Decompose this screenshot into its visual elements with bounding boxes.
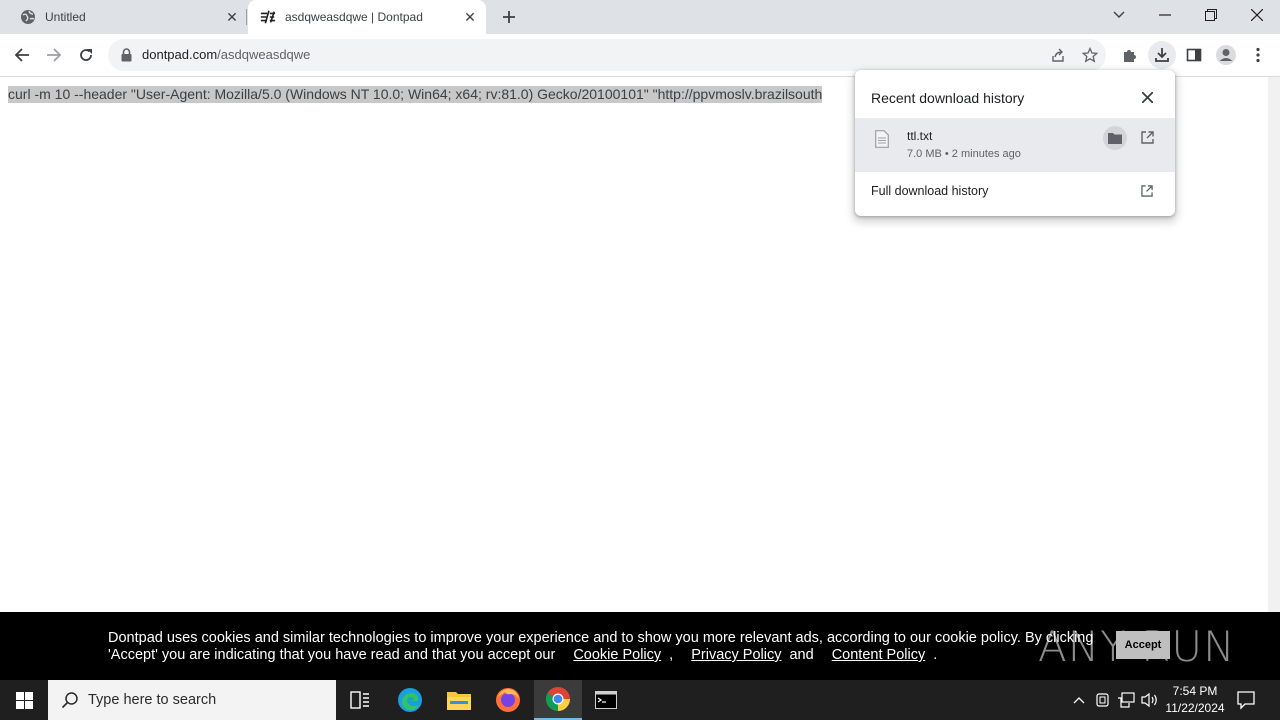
- tab-strip: Untitled ✕ asdqweasdqwe | Dontpad ✕: [0, 0, 1280, 34]
- terminal-icon: [595, 691, 617, 709]
- show-in-folder-button[interactable]: [1103, 126, 1127, 150]
- tab-search-button[interactable]: [1096, 0, 1142, 30]
- open-download-button[interactable]: [1138, 128, 1156, 146]
- cookie-separator: ,: [669, 647, 674, 663]
- arrow-left-icon: [14, 48, 29, 62]
- firefox-icon: [496, 688, 520, 712]
- avatar-icon: [1216, 45, 1236, 65]
- download-filename: ttl.txt: [907, 129, 933, 143]
- menu-button[interactable]: [1244, 41, 1272, 69]
- side-panel-button[interactable]: [1180, 41, 1208, 69]
- download-item[interactable]: ttl.txt 7.0 MB • 2 minutes ago: [855, 118, 1175, 172]
- downloads-button[interactable]: [1148, 41, 1176, 69]
- plus-icon: [503, 11, 515, 23]
- address-bar[interactable]: dontpad.com/asdqweasdqwe: [108, 39, 1106, 71]
- restore-button[interactable]: [1188, 0, 1234, 30]
- side-panel-icon: [1186, 48, 1202, 62]
- edge-taskbar-button[interactable]: [386, 680, 434, 720]
- cookie-line1: Dontpad uses cookies and similar technol…: [108, 630, 1094, 646]
- tab-title: Untitled: [45, 10, 86, 24]
- profile-button[interactable]: [1212, 41, 1240, 69]
- meet-now-icon[interactable]: [1094, 691, 1112, 709]
- back-button[interactable]: [8, 41, 36, 69]
- close-tab-icon[interactable]: ✕: [224, 9, 240, 25]
- download-history-title: Recent download history: [871, 90, 1025, 106]
- close-window-button[interactable]: [1234, 0, 1280, 30]
- cookie-message: Dontpad uses cookies and similar technol…: [108, 630, 1108, 664]
- close-icon: [1251, 9, 1263, 21]
- open-external-icon: [1140, 130, 1154, 144]
- edge-icon: [398, 688, 422, 712]
- url-path: /asdqweasdqwe: [217, 47, 311, 62]
- cookie-policy-link[interactable]: Cookie Policy: [573, 647, 661, 663]
- file-explorer-taskbar-button[interactable]: [435, 680, 483, 720]
- cookie-banner: ANY RUN Dontpad uses cookies and similar…: [0, 612, 1280, 680]
- dontpad-icon: [260, 9, 276, 25]
- full-download-history-link[interactable]: Full download history: [871, 184, 988, 198]
- volume-icon[interactable]: [1141, 691, 1159, 709]
- close-bubble-button[interactable]: [1138, 88, 1156, 106]
- cookie-and: and: [789, 647, 814, 663]
- minimize-button[interactable]: [1142, 0, 1188, 30]
- lock-icon[interactable]: [119, 47, 133, 63]
- folder-icon: [447, 692, 471, 710]
- globe-icon: [20, 9, 36, 25]
- reload-button[interactable]: [72, 41, 100, 69]
- download-history-bubble: Recent download history ttl.txt 7.0 MB •…: [855, 70, 1175, 216]
- chevron-down-icon: [1113, 11, 1125, 18]
- download-meta: 7.0 MB • 2 minutes ago: [907, 148, 1021, 160]
- download-icon: [1155, 48, 1169, 62]
- close-icon: [1141, 91, 1153, 103]
- new-tab-button[interactable]: [497, 6, 521, 28]
- network-icon[interactable]: [1117, 691, 1135, 709]
- puzzle-icon: [1124, 50, 1136, 62]
- minimize-icon: [1159, 14, 1171, 16]
- file-icon: [875, 130, 891, 148]
- chrome-taskbar-button[interactable]: [534, 680, 582, 720]
- terminal-taskbar-button[interactable]: [582, 680, 630, 720]
- share-icon[interactable]: [1046, 43, 1070, 67]
- open-external-icon[interactable]: [1138, 182, 1156, 200]
- content-policy-link[interactable]: Content Policy: [832, 647, 926, 663]
- cookie-line2: 'Accept' you are indicating that you hav…: [108, 647, 556, 663]
- taskbar-clock[interactable]: 7:54 PM 11/22/2024: [1160, 683, 1230, 717]
- accept-cookies-button[interactable]: Accept: [1116, 631, 1170, 659]
- windows-taskbar: Type here to search 7:54 PM 11/22/2024: [0, 680, 1280, 720]
- windows-logo-icon: [15, 691, 33, 709]
- url-host: dontpad.com: [142, 47, 218, 62]
- page-scrollbar[interactable]: [1268, 77, 1280, 612]
- start-button[interactable]: [0, 680, 48, 720]
- folder-icon: [1108, 133, 1122, 144]
- chrome-icon: [545, 687, 570, 712]
- tab-separator: [246, 9, 247, 25]
- search-placeholder: Type here to search: [88, 692, 217, 708]
- pad-textarea[interactable]: curl -m 10 --header "User-Agent: Mozilla…: [8, 86, 823, 103]
- restore-icon: [1205, 9, 1217, 21]
- taskbar-search-box[interactable]: Type here to search: [48, 680, 336, 720]
- extensions-button[interactable]: [1116, 41, 1144, 69]
- clock-date: 11/22/2024: [1165, 701, 1225, 715]
- cookie-end: .: [933, 647, 938, 663]
- task-view-icon: [350, 691, 369, 709]
- reload-icon: [80, 49, 92, 61]
- close-tab-icon[interactable]: ✕: [462, 9, 478, 25]
- search-icon: [61, 692, 78, 709]
- tab-dontpad[interactable]: asdqweasdqwe | Dontpad ✕: [248, 0, 486, 34]
- tab-untitled[interactable]: Untitled ✕: [8, 0, 246, 34]
- notification-center-icon[interactable]: [1236, 690, 1258, 710]
- bookmark-star-icon[interactable]: [1078, 43, 1102, 67]
- url-text[interactable]: dontpad.com/asdqweasdqwe: [142, 47, 310, 62]
- tab-title: asdqweasdqwe | Dontpad: [285, 10, 423, 24]
- forward-button[interactable]: [40, 41, 68, 69]
- privacy-policy-link[interactable]: Privacy Policy: [691, 647, 781, 663]
- tray-overflow-chevron-icon[interactable]: [1070, 691, 1088, 709]
- arrow-right-icon: [47, 48, 62, 62]
- task-view-button[interactable]: [336, 680, 384, 720]
- kebab-menu-icon: [1256, 47, 1260, 63]
- clock-time: 7:54 PM: [1172, 684, 1218, 698]
- firefox-taskbar-button[interactable]: [484, 680, 532, 720]
